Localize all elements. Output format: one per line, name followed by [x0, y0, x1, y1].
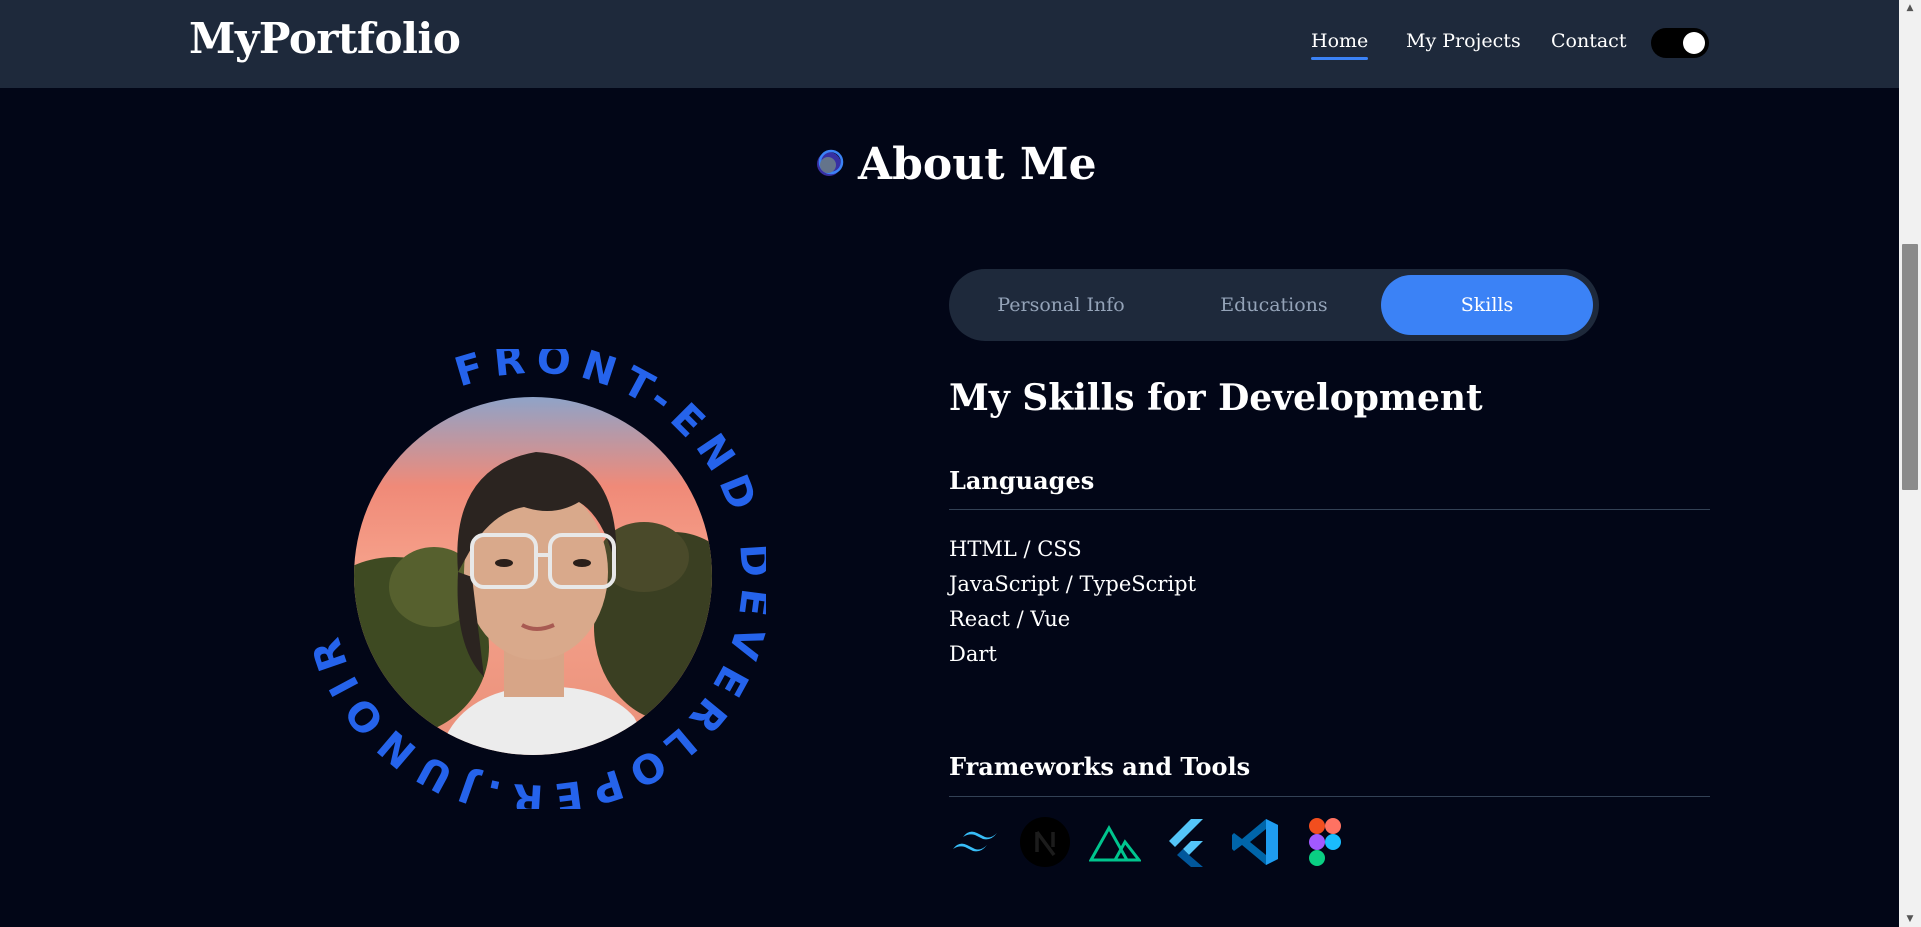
- about-tabs: Personal Info Educations Skills: [949, 269, 1599, 341]
- page-title: About Me: [858, 138, 1097, 190]
- site-logo[interactable]: MyPortfolio: [189, 14, 461, 63]
- languages-list: HTML / CSS JavaScript / TypeScript React…: [949, 532, 1196, 672]
- vscode-icon: [1229, 816, 1281, 868]
- nav-link-my-projects[interactable]: My Projects: [1406, 30, 1521, 52]
- toggle-switch-icon: [1683, 32, 1705, 54]
- navbar: MyPortfolio Home My Projects Contact: [0, 0, 1899, 88]
- frameworks-heading: Frameworks and Tools: [949, 752, 1251, 781]
- avatar: [354, 397, 712, 755]
- nuxt-icon: [1089, 816, 1141, 868]
- languages-heading: Languages: [949, 466, 1095, 495]
- list-item: JavaScript / TypeScript: [949, 572, 1197, 596]
- tab-educations[interactable]: Educations: [1168, 275, 1380, 335]
- nextjs-icon: [1019, 816, 1071, 868]
- about-title-group: About Me: [814, 134, 1097, 194]
- nav-link-contact[interactable]: Contact: [1551, 30, 1626, 52]
- tools-list: [949, 816, 1351, 868]
- scroll-up-arrow-icon[interactable]: ▲: [1899, 0, 1921, 16]
- tailwind-icon: [949, 816, 1001, 868]
- nav-link-home[interactable]: Home: [1311, 30, 1369, 60]
- list-item: Dart: [949, 642, 997, 666]
- divider: [949, 796, 1710, 797]
- tab-personal-info[interactable]: Personal Info: [955, 275, 1167, 335]
- list-item: HTML / CSS: [949, 537, 1082, 561]
- flutter-icon: [1159, 816, 1211, 868]
- skills-heading: My Skills for Development: [949, 377, 1483, 419]
- scroll-thumb[interactable]: [1902, 244, 1918, 490]
- list-item: React / Vue: [949, 607, 1071, 631]
- tab-skills[interactable]: Skills: [1381, 275, 1593, 335]
- scroll-down-arrow-icon[interactable]: ▼: [1899, 911, 1921, 927]
- divider: [949, 509, 1710, 510]
- theme-toggle[interactable]: [1651, 28, 1709, 58]
- page-scrollbar[interactable]: ▲ ▼: [1899, 0, 1921, 927]
- figma-icon: [1299, 816, 1351, 868]
- avatar-badge: FRONT-END DEVERLOPER.JUNOIR: [306, 349, 766, 809]
- circle-icon: [814, 149, 844, 179]
